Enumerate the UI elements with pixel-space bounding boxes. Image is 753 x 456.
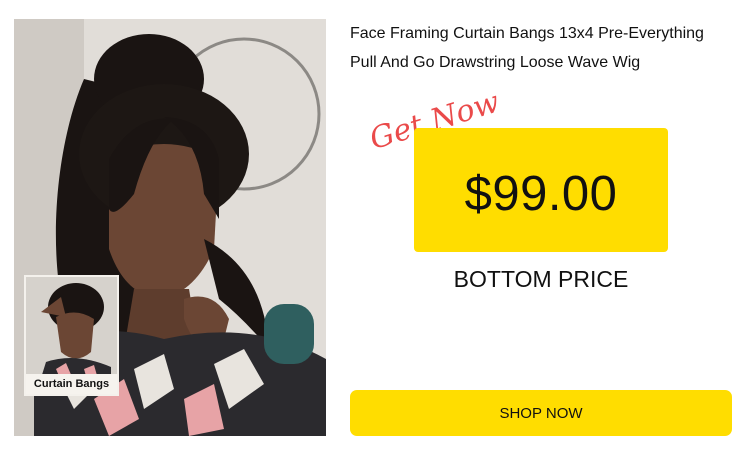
product-title[interactable]: Face Framing Curtain Bangs 13x4 Pre-Ever… xyxy=(350,19,732,77)
shop-now-button[interactable]: SHOP NOW xyxy=(350,390,732,436)
thumbnail-curtain-bangs[interactable]: Curtain Bangs xyxy=(24,275,119,396)
price-caption: BOTTOM PRICE xyxy=(453,266,629,292)
thumbnail-label: Curtain Bangs xyxy=(26,374,117,394)
price-value: $99.00 xyxy=(464,167,618,221)
price-box: $99.00 xyxy=(414,128,668,252)
product-image[interactable]: Curtain Bangs xyxy=(14,19,326,436)
